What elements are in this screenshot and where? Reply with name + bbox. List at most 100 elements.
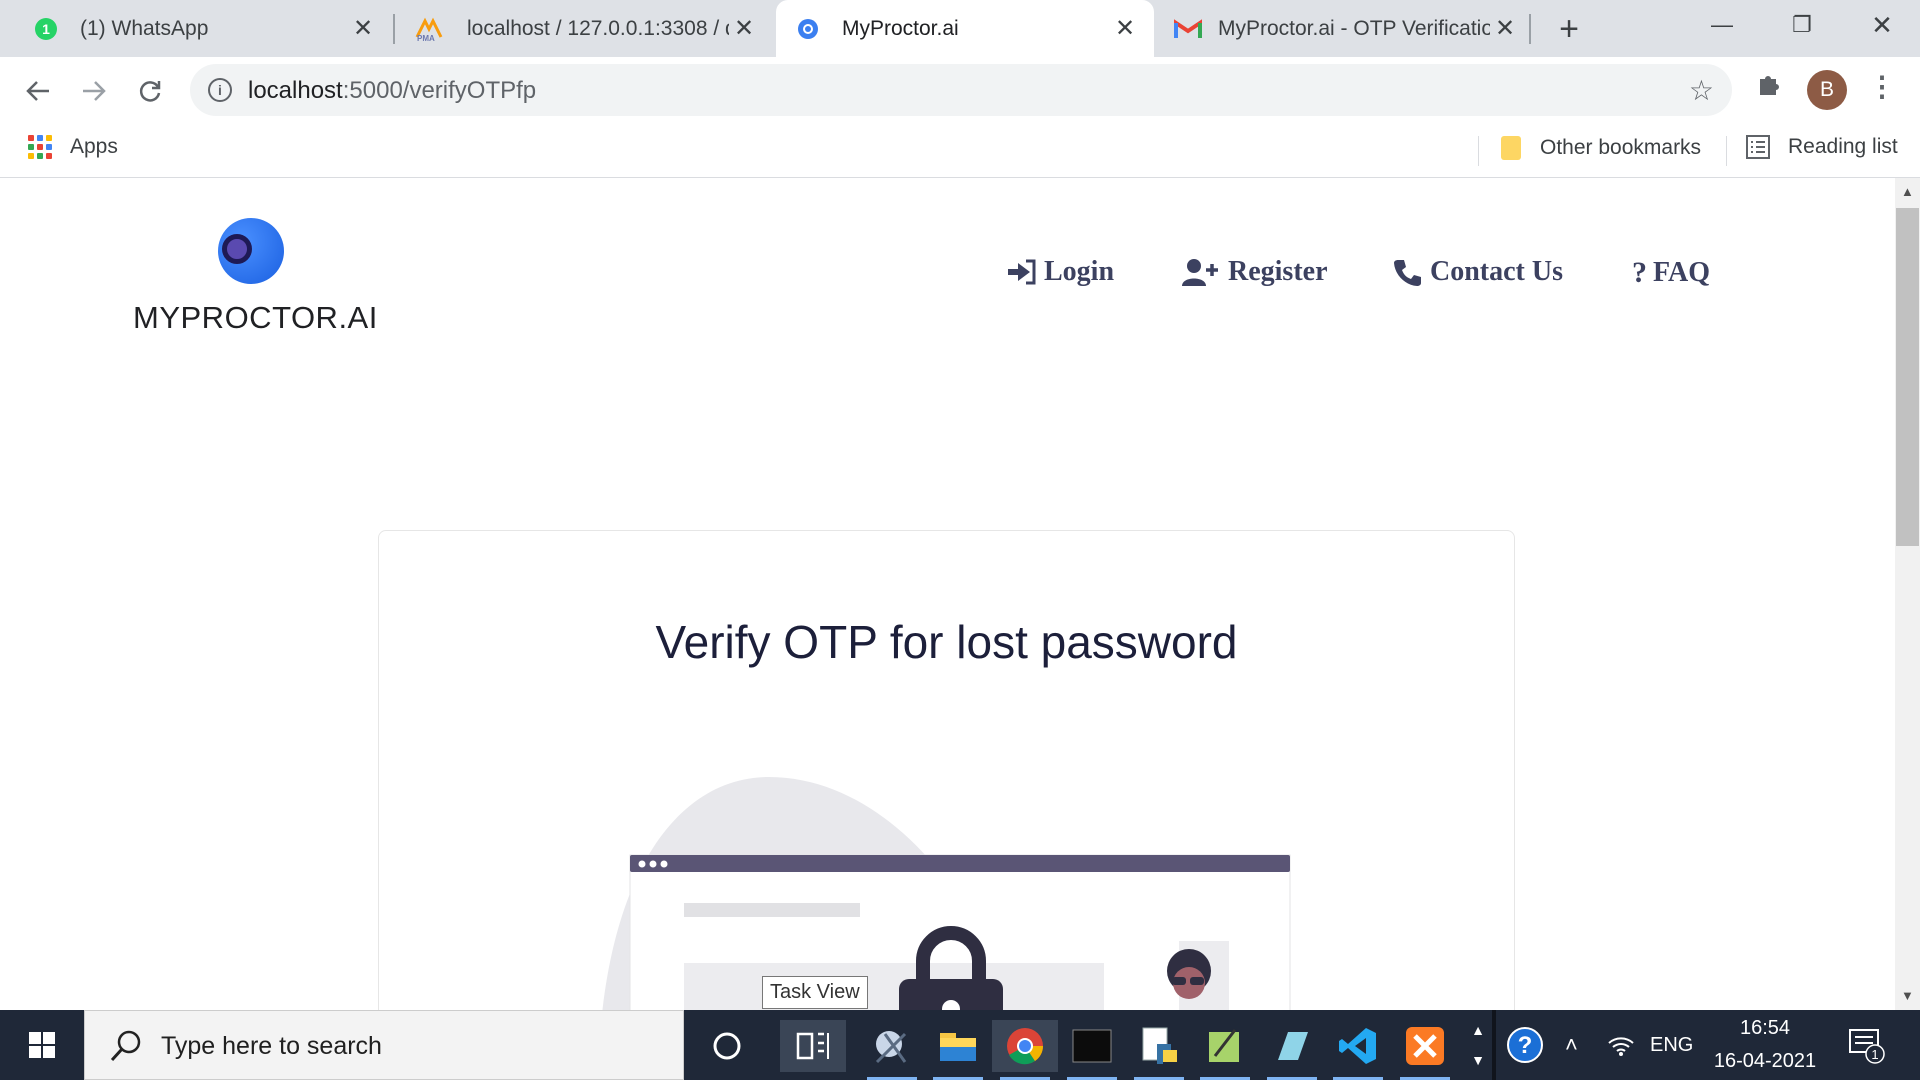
person-glasses: [1190, 977, 1204, 985]
tab-title: MyProctor.ai - OTP Verificatio: [1218, 16, 1490, 40]
window-dot: [660, 860, 668, 868]
svg-text:?: ?: [1518, 1032, 1533, 1059]
svg-text:1: 1: [1871, 1047, 1878, 1062]
tab-close-icon[interactable]: ✕: [1110, 14, 1140, 44]
bookmark-other-label: Other bookmarks: [1540, 136, 1702, 159]
vscode-app[interactable]: [1325, 1020, 1391, 1080]
tab-gmail[interactable]: MyProctor.ai - OTP Verificatio ✕: [1156, 0, 1534, 57]
bookmark-apps[interactable]: Apps: [28, 135, 118, 159]
notes-icon: [1278, 1032, 1308, 1060]
clock[interactable]: 16:54 16-04-2021: [1710, 1010, 1820, 1080]
bookmarks-bar: Apps Other bookmarks Reading list: [0, 124, 1920, 178]
svg-text:PMA: PMA: [417, 34, 435, 41]
bookmark-other[interactable]: Other bookmarks: [1500, 135, 1701, 161]
tab-title: (1) WhatsApp: [80, 16, 209, 40]
forward-button[interactable]: [74, 71, 114, 111]
tray-overflow[interactable]: ▲ ▼: [1462, 1010, 1494, 1080]
scroll-down-icon[interactable]: ▼: [1901, 988, 1914, 1003]
bookmark-star-icon[interactable]: ☆: [1689, 74, 1714, 107]
tab-phpmyadmin[interactable]: PMA localhost / 127.0.0.1:3308 / q ✕: [395, 0, 773, 57]
tab-close-icon[interactable]: ✕: [348, 14, 378, 44]
site-info-icon[interactable]: i: [208, 78, 232, 102]
security-illustration: [602, 777, 1291, 1010]
cortana-circle-icon: [713, 1032, 741, 1060]
illustration-window-bar: [630, 855, 1290, 872]
window-dot: [638, 860, 646, 868]
python-icon: [1142, 1027, 1177, 1064]
task-view-icon: [796, 1032, 829, 1060]
notepad-plus-app[interactable]: [1192, 1020, 1258, 1080]
snipping-tool-app[interactable]: [859, 1020, 925, 1080]
profile-avatar[interactable]: B: [1807, 70, 1847, 110]
brand-name[interactable]: MYPROCTOR.AI: [133, 300, 378, 336]
tab-close-icon[interactable]: ✕: [1490, 14, 1520, 44]
python-idle-app[interactable]: [1126, 1020, 1192, 1080]
tab-strip: 1 (1) WhatsApp ✕ PMA localhost / 127.0.0…: [0, 0, 1920, 57]
tab-close-icon[interactable]: ✕: [729, 14, 759, 44]
window-line: [684, 903, 860, 917]
restore-button[interactable]: ❐: [1762, 0, 1842, 50]
logo-eye-icon: [222, 234, 252, 264]
taskbar-search-box[interactable]: Type here to search: [84, 1010, 684, 1080]
tab-whatsapp[interactable]: 1 (1) WhatsApp ✕: [0, 0, 392, 57]
notes-app[interactable]: [1259, 1020, 1325, 1080]
nav-register-label: Register: [1228, 256, 1328, 287]
nav-register[interactable]: Register: [1182, 256, 1328, 288]
snipping-tool-icon: [875, 1031, 907, 1064]
address-bar[interactable]: i localhost:5000/verifyOTPfp ☆: [190, 64, 1732, 116]
sign-in-icon: [1006, 259, 1036, 285]
bookmark-apps-label: Apps: [70, 135, 118, 158]
reload-icon: [139, 81, 161, 102]
search-placeholder: Type here to search: [161, 1032, 382, 1060]
search-icon: [110, 1030, 141, 1062]
file-explorer-app[interactable]: [925, 1020, 991, 1080]
start-button[interactable]: [0, 1010, 84, 1080]
extensions-puzzle-icon[interactable]: [1756, 69, 1784, 104]
myproctor-favicon: [796, 17, 820, 41]
language-indicator[interactable]: ENG: [1650, 1010, 1693, 1080]
cortana-button[interactable]: [694, 1020, 760, 1072]
notification-icon: 1: [1849, 1029, 1885, 1064]
back-button[interactable]: [18, 71, 58, 111]
task-view-tooltip: Task View: [762, 976, 868, 1009]
tab-myproctor[interactable]: MyProctor.ai ✕: [776, 0, 1154, 57]
wifi-icon[interactable]: [1607, 1010, 1635, 1080]
chevron-down-icon: ▼: [1471, 1052, 1485, 1068]
myproctor-logo[interactable]: [218, 218, 284, 284]
bookmark-reading-list[interactable]: Reading list: [1746, 135, 1898, 159]
window-dot: [649, 860, 657, 868]
help-tray-icon[interactable]: ?: [1506, 1010, 1544, 1080]
folder-icon: [1501, 136, 1521, 160]
close-window-button[interactable]: ✕: [1842, 0, 1920, 50]
browser-menu-icon[interactable]: ⋮: [1868, 70, 1896, 103]
clock-date: 16-04-2021: [1713, 1050, 1817, 1072]
notification-center-button[interactable]: 1: [1848, 1010, 1886, 1080]
page-scrollbar[interactable]: ▲ ▼: [1895, 178, 1920, 1010]
windows-logo-icon: [29, 1032, 55, 1058]
chrome-app[interactable]: [992, 1020, 1058, 1080]
task-view-button[interactable]: [780, 1020, 846, 1072]
nav-login[interactable]: Login: [1006, 256, 1114, 288]
clock-time: 16:54: [1739, 1017, 1791, 1039]
reload-button[interactable]: [130, 71, 170, 111]
minimize-button[interactable]: —: [1682, 0, 1762, 50]
user-plus-icon: [1182, 258, 1220, 286]
nav-faq[interactable]: ? FAQ: [1632, 256, 1710, 290]
tab-separator: [1529, 14, 1531, 44]
chrome-icon: [1007, 1028, 1043, 1065]
svg-text:1: 1: [42, 21, 50, 37]
new-tab-button[interactable]: +: [1550, 10, 1588, 48]
terminal-app[interactable]: [1059, 1020, 1125, 1080]
phpmyadmin-icon: PMA: [415, 17, 445, 41]
question-icon: ?: [1632, 256, 1647, 289]
nav-login-label: Login: [1044, 256, 1115, 287]
tab-title: localhost / 127.0.0.1:3308 / q: [467, 16, 729, 40]
notepad-plus-icon: [1209, 1029, 1239, 1062]
scrollbar-thumb[interactable]: [1896, 208, 1919, 546]
show-hidden-icons-icon[interactable]: ˄: [1565, 1010, 1578, 1080]
xampp-app[interactable]: [1392, 1020, 1458, 1080]
nav-contact[interactable]: Contact Us: [1394, 256, 1563, 288]
bookmark-separator: [1478, 136, 1479, 166]
url-text[interactable]: localhost:5000/verifyOTPfp: [248, 77, 536, 105]
scroll-up-icon[interactable]: ▲: [1901, 184, 1914, 199]
